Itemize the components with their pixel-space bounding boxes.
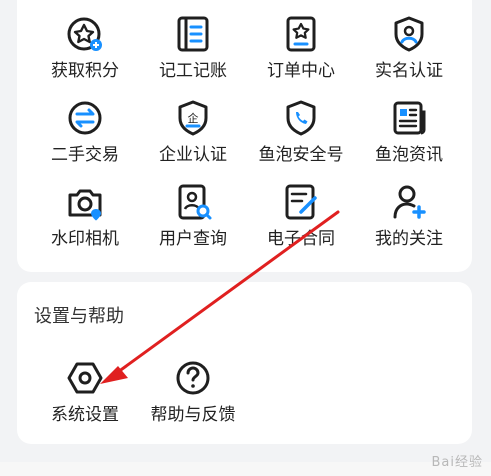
work-ledger-button[interactable]: 记工记账 [138, 14, 248, 82]
news-icon [393, 101, 426, 135]
second-hand-trade-button[interactable]: 二手交易 [30, 98, 140, 166]
e-contract-button[interactable]: 电子合同 [246, 182, 356, 250]
watermark: Bai经验 [431, 455, 483, 470]
my-follow-button[interactable]: 我的关注 [354, 182, 464, 250]
get-points-label: 获取积分 [51, 61, 119, 81]
ledger-icon [177, 16, 209, 52]
id-verify-icon [394, 16, 424, 52]
help-feedback-label: 帮助与反馈 [150, 405, 236, 425]
svg-text:企: 企 [188, 111, 199, 125]
order-center-button[interactable]: 订单中心 [246, 14, 356, 82]
order-icon [286, 16, 316, 52]
get-points-button[interactable]: 获取积分 [30, 14, 140, 82]
settings-icon [67, 362, 103, 394]
settings-help-card: 设置与帮助 系统设置 帮助与反馈 [17, 282, 472, 444]
help-feedback-button[interactable]: 帮助与反馈 [138, 358, 248, 426]
news-label: 鱼泡资讯 [375, 145, 443, 165]
watermark-camera-label: 水印相机 [51, 229, 119, 249]
points-icon [67, 17, 102, 51]
tools-card: 获取积分 记工记账 订单中心 实名认证 二手交易 企 企业认证 鱼泡安全号 鱼泡… [17, 0, 472, 272]
contract-icon [285, 184, 317, 220]
work-ledger-label: 记工记账 [159, 61, 227, 81]
section-title: 设置与帮助 [34, 306, 124, 327]
enterprise-icon: 企 [178, 100, 208, 136]
system-settings-label: 系统设置 [51, 405, 119, 425]
order-center-label: 订单中心 [267, 61, 335, 81]
bottom-bar [0, 462, 491, 476]
e-contract-label: 电子合同 [267, 229, 335, 249]
safe-number-button[interactable]: 鱼泡安全号 [246, 98, 356, 166]
system-settings-button[interactable]: 系统设置 [30, 358, 140, 426]
enterprise-verify-button[interactable]: 企 企业认证 [138, 98, 248, 166]
second-hand-trade-label: 二手交易 [51, 145, 119, 165]
enterprise-verify-label: 企业认证 [159, 145, 227, 165]
user-query-button[interactable]: 用户查询 [138, 182, 248, 250]
safe-number-icon [286, 100, 316, 136]
user-search-icon [178, 184, 212, 220]
trade-icon [68, 101, 102, 135]
help-icon [176, 361, 210, 395]
watermark-camera-button[interactable]: 水印相机 [30, 182, 140, 250]
camera-icon [68, 189, 102, 221]
follow-icon [393, 185, 426, 219]
real-name-verify-label: 实名认证 [375, 61, 443, 81]
news-button[interactable]: 鱼泡资讯 [354, 98, 464, 166]
user-query-label: 用户查询 [159, 229, 227, 249]
real-name-verify-button[interactable]: 实名认证 [354, 14, 464, 82]
my-follow-label: 我的关注 [375, 229, 443, 249]
safe-number-label: 鱼泡安全号 [258, 145, 344, 165]
